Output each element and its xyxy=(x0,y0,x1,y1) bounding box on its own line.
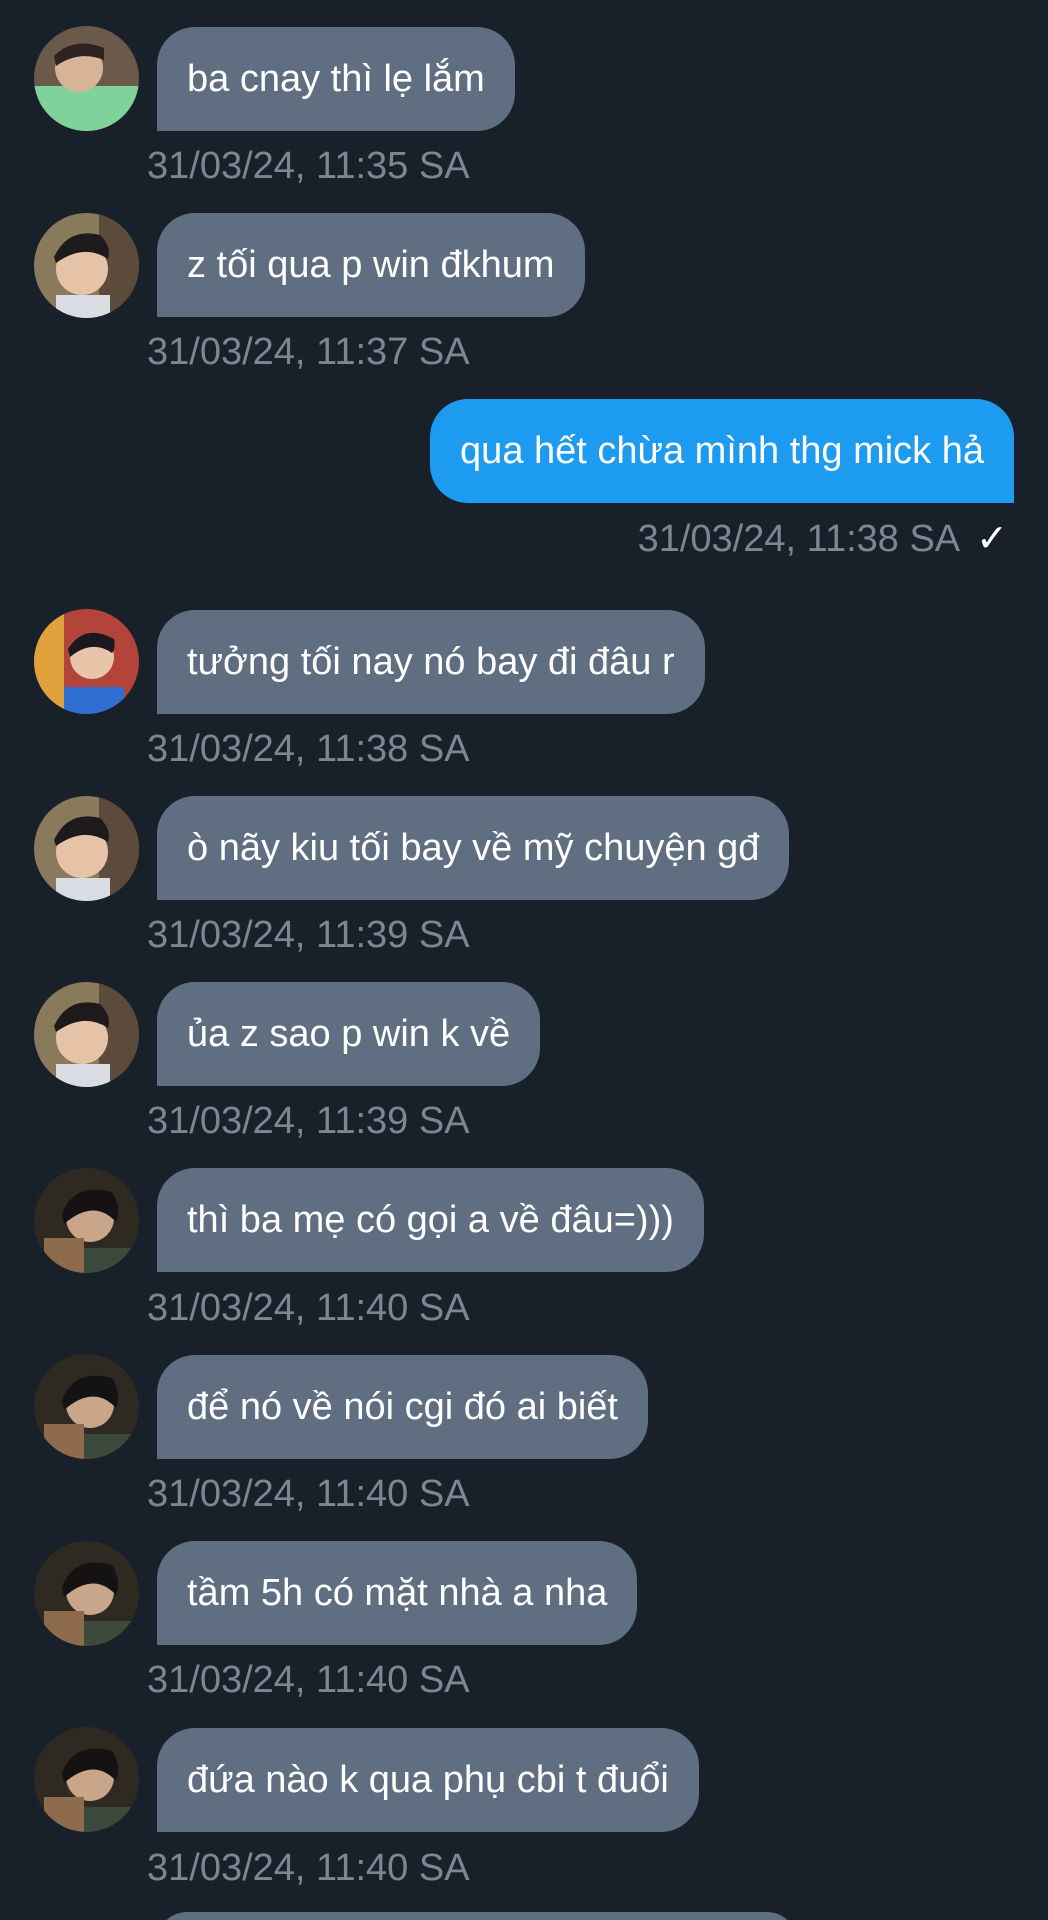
avatar-photo-icon xyxy=(34,982,139,1087)
message-bubble[interactable]: ò nãy kiu tối bay về mỹ chuyện gđ xyxy=(157,796,790,900)
avatar[interactable] xyxy=(34,982,139,1087)
message-timestamp: 31/03/24, 11:37 SA xyxy=(147,331,470,373)
chat-thread[interactable]: ba cnay thì lẹ lắm 31/03/24, 11:35 SA z … xyxy=(0,0,1048,1920)
avatar-photo-icon xyxy=(34,796,139,901)
message-bubble-partial[interactable] xyxy=(157,1912,797,1920)
avatar[interactable] xyxy=(34,26,139,131)
message-bubble[interactable]: qua hết chừa mình thg mick hả xyxy=(430,399,1014,503)
message-timestamp: 31/03/24, 11:38 SA ✓ xyxy=(638,516,1008,562)
avatar-photo-icon xyxy=(34,609,139,714)
message-timestamp: 31/03/24, 11:40 SA xyxy=(147,1847,470,1889)
message-bubble[interactable]: ba cnay thì lẹ lắm xyxy=(157,27,515,131)
message-bubble[interactable]: ủa z sao p win k về xyxy=(157,982,541,1086)
message-bubble[interactable]: thì ba mẹ có gọi a về đâu=))) xyxy=(157,1168,704,1272)
avatar[interactable] xyxy=(34,1541,139,1646)
message-timestamp: 31/03/24, 11:39 SA xyxy=(147,1100,470,1142)
message-bubble[interactable]: tưởng tối nay nó bay đi đâu r xyxy=(157,610,705,714)
message-timestamp: 31/03/24, 11:40 SA xyxy=(147,1473,470,1515)
timestamp-text: 31/03/24, 11:38 SA xyxy=(637,518,961,560)
avatar-photo-icon xyxy=(34,26,139,131)
avatar[interactable] xyxy=(34,609,139,714)
message-bubble[interactable]: tầm 5h có mặt nhà a nha xyxy=(157,1541,638,1645)
message-timestamp: 31/03/24, 11:40 SA xyxy=(147,1659,470,1701)
message-bubble[interactable]: để nó về nói cgi đó ai biết xyxy=(157,1355,648,1459)
avatar-photo-icon xyxy=(34,1541,139,1646)
message-timestamp: 31/03/24, 11:35 SA xyxy=(147,145,470,187)
avatar-photo-icon xyxy=(34,213,139,318)
message-timestamp: 31/03/24, 11:38 SA xyxy=(147,728,470,770)
avatar[interactable] xyxy=(34,1354,139,1459)
avatar[interactable] xyxy=(34,1727,139,1832)
message-timestamp: 31/03/24, 11:39 SA xyxy=(147,914,470,956)
message-bubble[interactable]: z tối qua p win đkhum xyxy=(157,213,585,317)
message-bubble[interactable]: đứa nào k qua phụ cbi t đuổi xyxy=(157,1728,699,1832)
message-timestamp: 31/03/24, 11:40 SA xyxy=(147,1287,470,1329)
avatar-photo-icon xyxy=(34,1354,139,1459)
avatar[interactable] xyxy=(34,213,139,318)
avatar[interactable] xyxy=(34,796,139,901)
avatar-photo-icon xyxy=(34,1727,139,1832)
avatar[interactable] xyxy=(34,1168,139,1273)
avatar-photo-icon xyxy=(34,1168,139,1273)
check-icon: ✓ xyxy=(976,518,1008,560)
